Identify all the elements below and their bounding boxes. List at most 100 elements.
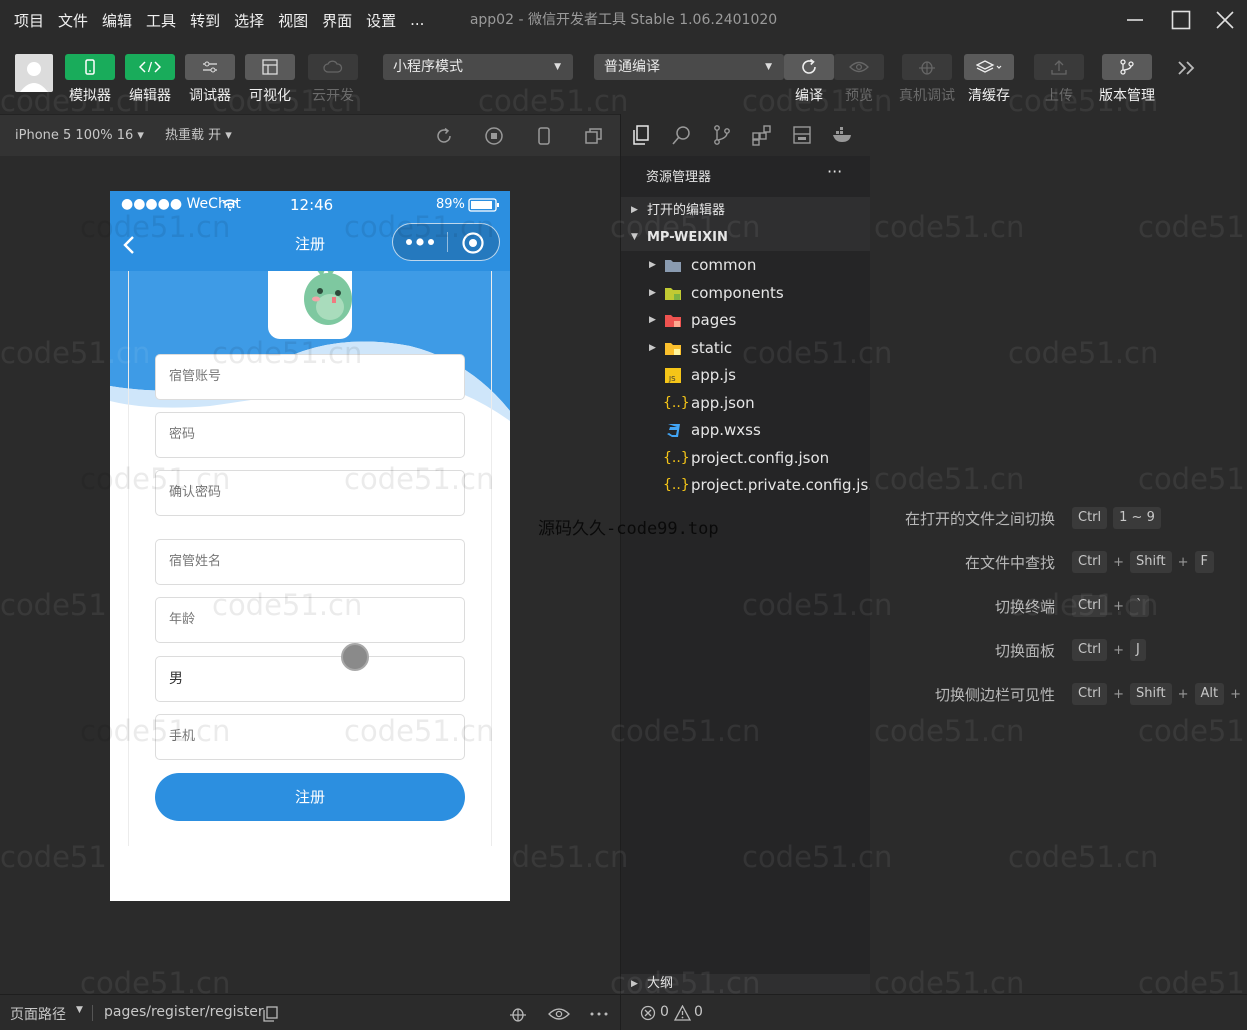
tree-item-label: project.config.json xyxy=(691,449,830,467)
explorer-more-button[interactable]: ··· xyxy=(827,162,842,181)
page-path-label[interactable]: 页面路径 xyxy=(10,1004,66,1024)
menu-more[interactable]: ... xyxy=(410,11,424,29)
confirm-password-input[interactable]: 确认密码 xyxy=(155,470,465,516)
project-root-label: MP-WEIXIN xyxy=(647,230,728,245)
sim-device-button[interactable] xyxy=(534,126,554,146)
battery-percent: 89% xyxy=(436,197,465,212)
register-page: 宿管账号 密码 确认密码 宿管姓名 年龄 男 手机 注册 xyxy=(110,271,510,901)
name-input[interactable]: 宿管姓名 xyxy=(155,539,465,585)
outline-section[interactable]: ▶ 大纲 xyxy=(621,974,871,994)
windows-icon xyxy=(585,128,602,144)
search-icon[interactable] xyxy=(671,124,693,146)
save-panel-icon[interactable] xyxy=(791,124,813,146)
shortcut-name: 切换面板 xyxy=(994,642,1055,660)
hot-reload-select[interactable]: 热重载 开 ▾ xyxy=(165,115,232,157)
menu-tools[interactable]: 工具 xyxy=(146,10,176,31)
age-input[interactable]: 年龄 xyxy=(155,597,465,643)
gender-picker[interactable]: 男 xyxy=(155,656,465,702)
preview-button[interactable] xyxy=(834,54,884,80)
tree-item-pages[interactable]: ▶ pages xyxy=(621,307,871,334)
phone-status-bar: ●●●●● WeChat 12:46 89% xyxy=(110,191,510,219)
compile-mode-select[interactable]: 普通编译 ▼ xyxy=(594,54,784,80)
close-target-icon[interactable] xyxy=(461,231,485,255)
bug-icon[interactable] xyxy=(508,1005,528,1023)
debugger-toggle[interactable]: 调试器 xyxy=(185,54,235,105)
key-plus: + xyxy=(1113,642,1125,658)
sim-refresh-button[interactable] xyxy=(434,126,454,146)
compile-button[interactable] xyxy=(784,54,834,80)
debugger-button[interactable] xyxy=(185,54,235,80)
tree-item-components[interactable]: ▶ components xyxy=(621,280,871,307)
simulator-toolbar: iPhone 5 100% 16 ▾ 热重载 开 ▾ xyxy=(0,114,620,156)
tree-item-app-wxss[interactable]: app.wxss xyxy=(621,417,871,444)
tree-item-project-config[interactable]: {..} project.config.json xyxy=(621,445,871,472)
key-cap: Shift xyxy=(1130,551,1172,573)
close-window-button[interactable] xyxy=(1210,6,1240,34)
docker-icon[interactable] xyxy=(831,124,853,146)
stop-circle-icon xyxy=(485,127,503,145)
tree-item-label: common xyxy=(691,256,757,274)
version-action[interactable]: 版本管理 xyxy=(1099,54,1155,105)
maximize-button[interactable] xyxy=(1166,6,1196,34)
real-debug-button[interactable] xyxy=(902,54,952,80)
menu-goto[interactable]: 转到 xyxy=(190,10,220,31)
sim-stop-button[interactable] xyxy=(484,126,504,146)
tree-item-common[interactable]: ▶ common xyxy=(621,252,871,279)
password-input[interactable]: 密码 xyxy=(155,412,465,458)
files-icon[interactable] xyxy=(631,124,653,146)
visualize-toggle[interactable]: 可视化 xyxy=(245,54,295,105)
simulator-toggle[interactable]: 模拟器 xyxy=(65,54,115,105)
register-button[interactable]: 注册 xyxy=(155,773,465,821)
more-dots-icon[interactable] xyxy=(590,1012,608,1016)
error-icon[interactable] xyxy=(640,1005,656,1021)
tree-item-app-json[interactable]: {..} app.json xyxy=(621,390,871,417)
javascript-file-icon: JS xyxy=(665,368,681,383)
simulator-label: 模拟器 xyxy=(69,88,111,104)
pages-folder-icon xyxy=(665,315,681,327)
account-input[interactable]: 宿管账号 xyxy=(155,354,465,400)
mode-select[interactable]: 小程序模式 ▼ xyxy=(383,54,573,80)
project-root-section[interactable]: ▼ MP-WEIXIN xyxy=(621,224,871,251)
menu-file[interactable]: 文件 xyxy=(58,10,88,31)
open-editors-section[interactable]: ▶ 打开的编辑器 xyxy=(621,197,871,224)
code-icon xyxy=(139,61,161,73)
shortcut-keys: Ctrl + J xyxy=(1072,639,1146,661)
menu-project[interactable]: 项目 xyxy=(14,10,44,31)
minimize-button[interactable] xyxy=(1120,6,1150,34)
toolbar-overflow-button[interactable] xyxy=(1176,58,1198,82)
source-control-icon[interactable] xyxy=(711,124,733,146)
eye-icon[interactable] xyxy=(548,1007,570,1021)
clear-cache-button[interactable] xyxy=(964,54,1014,80)
avatar[interactable] xyxy=(15,54,53,92)
clear-cache-action[interactable]: 清缓存 xyxy=(964,54,1014,105)
version-button[interactable] xyxy=(1102,54,1152,80)
editor-toggle[interactable]: 编辑器 xyxy=(125,54,175,105)
extensions-icon[interactable] xyxy=(751,124,773,146)
editor-button[interactable] xyxy=(125,54,175,80)
visualize-button[interactable] xyxy=(245,54,295,80)
tree-item-project-private-config[interactable]: {..} project.private.config.js... xyxy=(621,472,883,499)
tree-item-app-js[interactable]: JS app.js xyxy=(621,362,871,389)
real-debug-action[interactable]: 真机调试 xyxy=(899,54,955,105)
warning-icon[interactable] xyxy=(674,1005,691,1021)
menu-edit[interactable]: 编辑 xyxy=(102,10,132,31)
upload-button[interactable] xyxy=(1034,54,1084,80)
more-dots-icon[interactable] xyxy=(405,236,435,248)
compile-action[interactable]: 编译 xyxy=(784,54,834,105)
cloud-button[interactable] xyxy=(308,54,358,80)
status-divider xyxy=(620,995,621,1030)
copy-icon[interactable] xyxy=(263,1006,279,1022)
menu-interface[interactable]: 界面 xyxy=(322,10,352,31)
menu-settings[interactable]: 设置 xyxy=(366,10,396,31)
cloud-toggle[interactable]: 云开发 xyxy=(308,54,358,105)
upload-action[interactable]: 上传 xyxy=(1034,54,1084,105)
device-select[interactable]: iPhone 5 100% 16 ▾ xyxy=(15,115,144,157)
tree-item-static[interactable]: ▶ static xyxy=(621,335,871,362)
preview-action[interactable]: 预览 xyxy=(834,54,884,105)
menu-select[interactable]: 选择 xyxy=(234,10,264,31)
simulator-button[interactable] xyxy=(65,54,115,80)
phone-input[interactable]: 手机 xyxy=(155,714,465,760)
menu-view[interactable]: 视图 xyxy=(278,10,308,31)
sim-window-button[interactable] xyxy=(584,126,604,146)
compile-mode-value: 普通编译 xyxy=(604,59,660,75)
